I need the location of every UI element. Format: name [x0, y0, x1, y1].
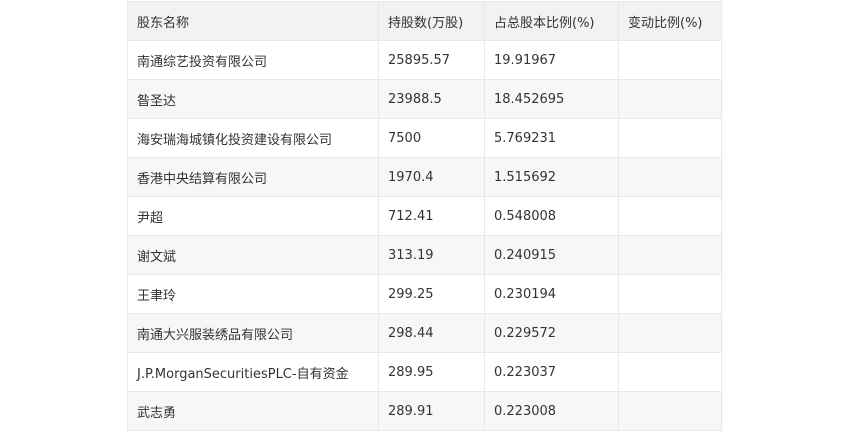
cell-change-ratio — [618, 40, 722, 80]
header-share-ratio: 占总股本比例(%) — [484, 1, 619, 41]
table-header: 股东名称 持股数(万股) 占总股本比例(%) 变动比例(%) — [127, 1, 722, 41]
cell-change-ratio — [618, 79, 722, 119]
header-shareholder-name: 股东名称 — [127, 1, 379, 41]
cell-share-ratio: 18.452695 — [484, 79, 619, 119]
header-row: 股东名称 持股数(万股) 占总股本比例(%) 变动比例(%) — [127, 1, 722, 41]
cell-share-ratio: 0.548008 — [484, 196, 619, 236]
cell-change-ratio — [618, 313, 722, 353]
table-row: 谢文斌 313.19 0.240915 — [127, 235, 722, 275]
header-shares-held: 持股数(万股) — [378, 1, 485, 41]
cell-share-ratio: 0.223037 — [484, 352, 619, 392]
cell-shares-held: 1970.4 — [378, 157, 485, 197]
table-row: 海安瑞海城镇化投资建设有限公司 7500 5.769231 — [127, 118, 722, 158]
cell-change-ratio — [618, 196, 722, 236]
cell-shareholder-name: 海安瑞海城镇化投资建设有限公司 — [127, 118, 379, 158]
cell-shareholder-name: 王聿玲 — [127, 274, 379, 314]
cell-share-ratio: 19.91967 — [484, 40, 619, 80]
cell-shareholder-name: 尹超 — [127, 196, 379, 236]
cell-change-ratio — [618, 274, 722, 314]
table-row: 南通大兴服装绣品有限公司 298.44 0.229572 — [127, 313, 722, 353]
cell-share-ratio: 0.229572 — [484, 313, 619, 353]
cell-shares-held: 289.95 — [378, 352, 485, 392]
cell-shareholder-name: 南通综艺投资有限公司 — [127, 40, 379, 80]
cell-change-ratio — [618, 352, 722, 392]
table-row: 昝圣达 23988.5 18.452695 — [127, 79, 722, 119]
table-row: 尹超 712.41 0.548008 — [127, 196, 722, 236]
table-row: 武志勇 289.91 0.223008 — [127, 391, 722, 431]
cell-share-ratio: 5.769231 — [484, 118, 619, 158]
cell-change-ratio — [618, 391, 722, 431]
cell-shares-held: 712.41 — [378, 196, 485, 236]
cell-change-ratio — [618, 118, 722, 158]
header-change-ratio: 变动比例(%) — [618, 1, 722, 41]
table-row: 香港中央结算有限公司 1970.4 1.515692 — [127, 157, 722, 197]
cell-shareholder-name: 昝圣达 — [127, 79, 379, 119]
table-row: 王聿玲 299.25 0.230194 — [127, 274, 722, 314]
cell-change-ratio — [618, 157, 722, 197]
shareholders-table: 股东名称 持股数(万股) 占总股本比例(%) 变动比例(%) 南通综艺投资有限公… — [127, 1, 722, 431]
cell-share-ratio: 0.230194 — [484, 274, 619, 314]
cell-shareholder-name: 武志勇 — [127, 391, 379, 431]
table-row: J.P.MorganSecuritiesPLC-自有资金 289.95 0.22… — [127, 352, 722, 392]
cell-shares-held: 7500 — [378, 118, 485, 158]
cell-share-ratio: 0.240915 — [484, 235, 619, 275]
cell-shares-held: 25895.57 — [378, 40, 485, 80]
cell-shareholder-name: 南通大兴服装绣品有限公司 — [127, 313, 379, 353]
table-body: 南通综艺投资有限公司 25895.57 19.91967 昝圣达 23988.5… — [127, 40, 722, 431]
cell-shares-held: 298.44 — [378, 313, 485, 353]
cell-shareholder-name: J.P.MorganSecuritiesPLC-自有资金 — [127, 352, 379, 392]
cell-change-ratio — [618, 235, 722, 275]
cell-shares-held: 299.25 — [378, 274, 485, 314]
cell-share-ratio: 1.515692 — [484, 157, 619, 197]
table-row: 南通综艺投资有限公司 25895.57 19.91967 — [127, 40, 722, 80]
cell-shareholder-name: 谢文斌 — [127, 235, 379, 275]
cell-shares-held: 289.91 — [378, 391, 485, 431]
cell-shares-held: 313.19 — [378, 235, 485, 275]
cell-share-ratio: 0.223008 — [484, 391, 619, 431]
cell-shareholder-name: 香港中央结算有限公司 — [127, 157, 379, 197]
cell-shares-held: 23988.5 — [378, 79, 485, 119]
